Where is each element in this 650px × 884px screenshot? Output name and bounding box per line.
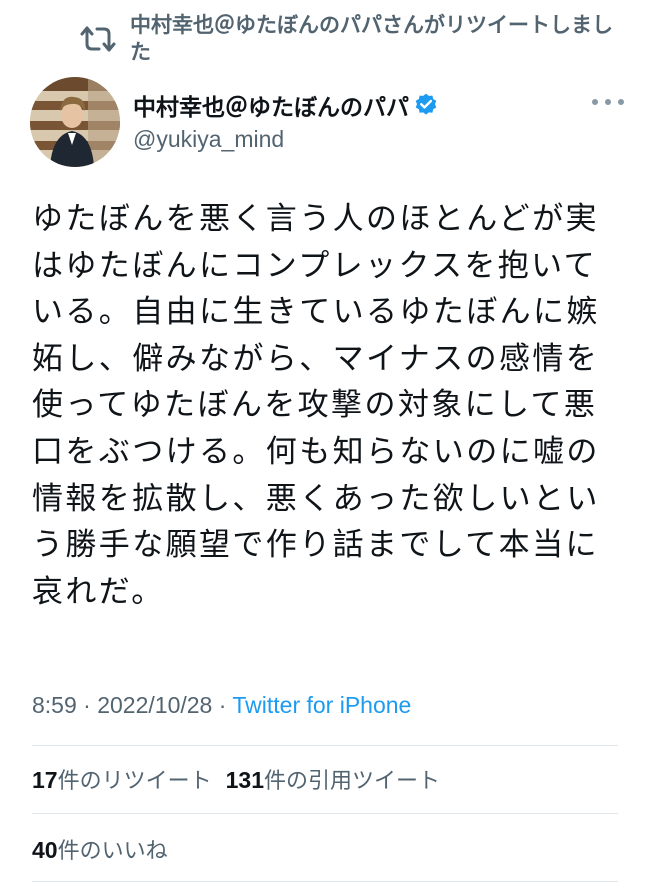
retweets-label: 件のリツイート — [57, 769, 212, 794]
likes-stat[interactable]: 40件のいいね — [32, 833, 168, 865]
author-display-name[interactable]: 中村幸也＠ゆたぼんのパパ — [133, 88, 409, 122]
tweet-text: ゆたぼんを悪く言う人のほとんどが実 はゆたぼんにコンプレックスを抱いて いる。自… — [32, 196, 622, 615]
author-handle[interactable]: @yukiya_mind — [133, 126, 603, 153]
tweet-text-line: いる。自由に生きているゆたぼんに嫉 — [32, 294, 600, 331]
tweet-metadata: 8:59 · 2022/10/28 · Twitter for iPhone — [32, 692, 411, 719]
tweet-text-line: 哀れだ。 — [32, 573, 165, 610]
tweet-source-link[interactable]: Twitter for iPhone — [232, 692, 411, 718]
quote-tweets-stat[interactable]: 131件の引用ツイート — [226, 763, 440, 795]
tweet-text-line: はゆたぼんにコンプレックスを抱いて — [32, 247, 598, 284]
tweet-text-line: う勝手な願望で作り話までして本当に — [32, 527, 599, 564]
avatar-photo — [30, 77, 120, 167]
retweet-icon — [80, 26, 116, 52]
likes-label: 件のいいね — [57, 839, 168, 864]
quote-tweets-label: 件の引用ツイート — [263, 769, 440, 794]
tweet-text-line: 使ってゆたぼんを攻撃の対象にして悪 — [32, 387, 598, 424]
more-options-icon[interactable] — [592, 92, 624, 112]
quote-tweets-count: 131 — [225, 767, 264, 793]
likes-count: 40 — [32, 837, 58, 863]
tweet-date[interactable]: 2022/10/28 — [97, 692, 212, 718]
tweet-time[interactable]: 8:59 — [32, 692, 77, 718]
tweet-text-line: ゆたぼんを悪く言う人のほとんどが実 — [32, 201, 599, 237]
tweet-text-line: 妬し、僻みながら、マイナスの感情を — [32, 340, 600, 377]
divider — [32, 745, 618, 746]
verified-badge-icon — [415, 93, 437, 115]
retweets-count: 17 — [32, 767, 58, 793]
retweeted-by-text[interactable]: 中村幸也＠ゆたぼんのパパさんがリツイートしました — [130, 12, 620, 66]
author-block: 中村幸也＠ゆたぼんのパパ @yukiya_mind — [133, 88, 603, 153]
divider — [32, 813, 618, 814]
meta-separator: · — [212, 692, 233, 718]
avatar[interactable] — [30, 77, 120, 167]
engagement-stats: 17件のリツイート 131件の引用ツイート — [32, 763, 440, 795]
tweet-text-line: 口をぶつける。何も知らないのに嘘の — [32, 433, 600, 470]
meta-separator: · — [76, 692, 98, 718]
divider — [32, 881, 618, 882]
retweet-banner: 中村幸也＠ゆたぼんのパパさんがリツイートしました — [80, 12, 620, 64]
retweets-stat[interactable]: 17件のリツイート — [32, 763, 212, 795]
tweet-text-line: 情報を拡散し、悪くあった欲しいとい — [32, 480, 600, 517]
